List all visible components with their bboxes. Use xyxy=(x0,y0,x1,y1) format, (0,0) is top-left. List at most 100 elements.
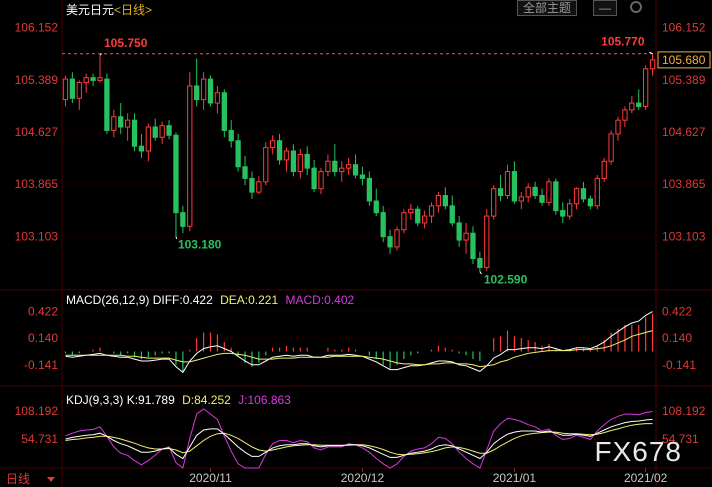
theme-button[interactable]: 全部主题 xyxy=(517,0,578,16)
candle-body xyxy=(629,102,635,111)
candle-body xyxy=(249,177,255,193)
candle-body xyxy=(387,236,393,248)
candle-body xyxy=(97,77,103,81)
candle-body xyxy=(290,150,297,173)
macd-diff-line xyxy=(65,311,653,374)
candle-body xyxy=(131,119,138,147)
annotation-low-left: 103.180 xyxy=(178,238,222,252)
candle-body xyxy=(166,125,172,136)
kdj-j-line xyxy=(65,408,653,469)
candle-body xyxy=(366,177,373,202)
candle-body xyxy=(318,171,324,190)
candle-body xyxy=(283,150,290,161)
kdj-j: J:106.863 xyxy=(238,393,291,407)
price-tick-label-left: 103.103 xyxy=(15,229,59,243)
candle-body xyxy=(200,78,207,101)
candle-body xyxy=(401,212,407,231)
candle-body xyxy=(138,145,145,152)
kdj-tick-label-left: 108.192 xyxy=(15,404,59,418)
candle-body xyxy=(173,134,179,214)
candle-body xyxy=(587,198,594,207)
candle-body xyxy=(504,171,511,197)
macd-value: MACD:0.402 xyxy=(285,293,355,307)
candle-body xyxy=(497,188,504,197)
annotation-low-right: 102.590 xyxy=(484,273,528,287)
price-tick-label-left: 106.152 xyxy=(15,21,59,35)
candle-body xyxy=(435,195,442,207)
candlestick-series xyxy=(62,53,656,272)
kdj-k: K:91.789 xyxy=(126,393,175,407)
kdj-header: KDJ(9,3,3) K:91.789 D:84.252 J:106.863 xyxy=(66,393,291,407)
candle-body xyxy=(352,164,359,176)
macd-dea-line xyxy=(65,330,653,368)
candle-body xyxy=(263,147,269,183)
settings-icon[interactable] xyxy=(630,1,642,13)
period-link[interactable]: <日线> xyxy=(114,3,152,17)
candle-body xyxy=(145,126,151,152)
candle-body xyxy=(394,229,400,248)
candle-body xyxy=(408,208,414,214)
candle-body xyxy=(532,186,538,197)
candle-body xyxy=(214,92,221,104)
date-tick-label: 2020/12 xyxy=(341,471,385,485)
period-label: 日线 xyxy=(6,472,31,486)
macd-name: MACD(26,12,9) xyxy=(66,293,150,307)
candle-body xyxy=(76,82,82,99)
candle-body xyxy=(345,164,352,169)
candle-body xyxy=(332,160,338,173)
candle-body xyxy=(636,102,642,107)
macd-tick-label-right: 0.422 xyxy=(662,304,692,318)
macd-header: MACD(26,12,9) DIFF:0.422 DEA:0.221 MACD:… xyxy=(66,293,354,307)
price-tick-label-right: 103.103 xyxy=(662,229,706,243)
candle-body xyxy=(442,195,448,207)
price-tick-label-right: 103.865 xyxy=(662,177,706,191)
candle-body xyxy=(553,181,559,212)
candle-body xyxy=(90,77,96,81)
candle-body xyxy=(159,125,165,138)
macd-diff: DIFF:0.422 xyxy=(152,293,213,307)
candle-body xyxy=(560,210,566,217)
candle-body xyxy=(649,59,656,70)
candle-body xyxy=(477,258,483,268)
price-tick-label-right: 105.389 xyxy=(662,73,706,87)
candle-body xyxy=(470,232,476,260)
candle-body xyxy=(118,116,124,128)
candle-body xyxy=(297,153,303,173)
candle-body xyxy=(415,208,421,224)
candle-body xyxy=(256,181,262,193)
macd-tick-label-left: 0.422 xyxy=(28,304,58,318)
candle-body xyxy=(421,215,428,224)
axis-labels: 106.152 106.152 105.389 105.389 104.627 104.6… xyxy=(15,21,711,485)
chart-canvas: 106.152 106.152 105.389 105.389 104.627 104.6… xyxy=(0,0,712,486)
price-tick-label-left: 105.389 xyxy=(15,73,59,87)
instrument-title: 美元日元 xyxy=(66,3,115,17)
candle-body xyxy=(580,188,587,200)
period-selector[interactable]: 日线 xyxy=(6,470,56,487)
candle-body xyxy=(221,92,227,131)
price-tick-label-left: 104.627 xyxy=(15,125,59,139)
minimize-button[interactable]: — xyxy=(593,0,617,16)
candle-body xyxy=(594,177,600,207)
candle-body xyxy=(573,188,580,205)
candle-body xyxy=(608,133,614,162)
candle-body xyxy=(339,167,345,173)
date-tick-label: 2020/11 xyxy=(189,471,232,485)
macd-tick-label-right: 0.140 xyxy=(662,331,692,345)
candle-body xyxy=(428,205,435,217)
macd-tick-label-right: -0.141 xyxy=(662,358,696,372)
watermark: FX678 xyxy=(594,436,682,467)
grid-lines xyxy=(0,0,712,486)
candle-body xyxy=(311,167,317,190)
candle-body xyxy=(359,174,366,179)
candle-body xyxy=(380,212,386,238)
macd-tick-label-left: 0.140 xyxy=(28,331,58,345)
kdj-series xyxy=(65,408,653,469)
candle-body xyxy=(83,77,89,84)
candle-body xyxy=(152,126,158,138)
candle-body xyxy=(124,119,131,128)
macd-dea: DEA:0.221 xyxy=(220,293,279,307)
candle-body xyxy=(194,85,200,101)
candle-body xyxy=(69,78,76,99)
kdj-tick-label-left: 54.731 xyxy=(21,432,58,446)
candle-body xyxy=(546,181,552,203)
